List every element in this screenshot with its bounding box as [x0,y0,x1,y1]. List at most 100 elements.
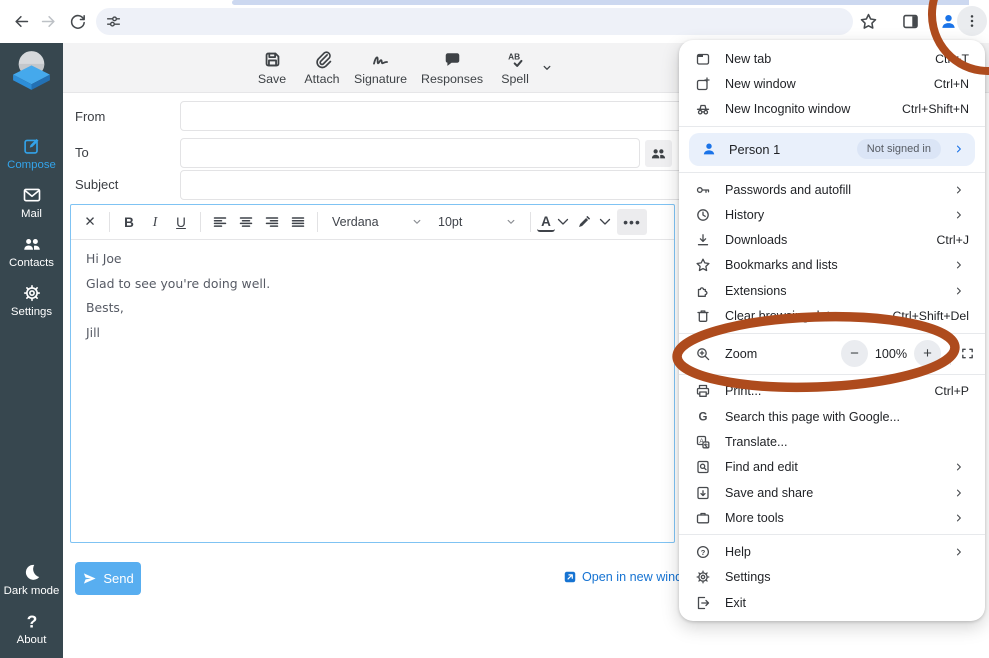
signature-button[interactable]: Signature [347,50,414,86]
menu-item-exit[interactable]: Exit [679,590,985,615]
zoom-level-value: 100% [868,347,914,361]
menu-item-downloads[interactable]: Downloads Ctrl+J [679,227,985,252]
forward-icon[interactable] [37,10,59,32]
app-logo[interactable] [9,48,54,93]
profile-icon[interactable] [937,10,959,32]
menu-item-translate[interactable]: ATranslate... [679,429,985,454]
menu-item-more-tools[interactable]: More tools [679,505,985,530]
text-color-button[interactable]: A [537,212,555,232]
from-field[interactable] [180,101,683,131]
zoom-in-button[interactable]: + [914,340,941,367]
subject-label: Subject [75,177,118,192]
reload-icon[interactable] [66,10,88,32]
spell-button[interactable]: ABSpell [490,50,540,86]
toolbar-button-label: Save [258,72,286,86]
incognito-icon [693,101,713,117]
menu-item-label: More tools [725,511,937,525]
print-icon [693,383,713,399]
sidebar-item-contacts[interactable]: Contacts [0,227,63,276]
message-body[interactable]: Hi JoeGlad to see you're doing well.Best… [71,240,674,364]
menu-item-shortcut: Ctrl+J [937,233,969,247]
save-button[interactable]: Save [247,50,297,86]
menu-item-label: Bookmarks and lists [725,258,937,272]
spell-icon: AB [506,50,525,69]
align-justify-icon[interactable] [285,209,311,235]
extension-icon [693,283,713,299]
svg-text:G: G [699,411,708,423]
font-size-select[interactable]: 10pt [430,215,524,229]
bold-button[interactable]: B [116,209,142,235]
menu-item-clear-browsing-data[interactable]: Clear browsing dataCtrl+Shift+Del [679,303,985,328]
menu-item-extensions[interactable]: Extensions [679,278,985,303]
menu-item-label: Downloads [725,233,925,247]
attach-button[interactable]: Attach [297,50,347,86]
menu-item-person-1[interactable]: Person 1Not signed in [689,133,975,166]
kebab-menu-button[interactable] [957,6,987,36]
sidebar-item-logout[interactable]: Logout [0,653,63,658]
subject-field[interactable] [180,170,683,200]
menu-item-save-and-share[interactable]: Save and share [679,480,985,505]
menu-section: Zoom−100%+ [679,334,985,374]
sidebar-item-label: Dark mode [4,585,60,597]
address-bar[interactable] [96,8,853,35]
menu-item-new-incognito-window[interactable]: New Incognito windowCtrl+Shift+N [679,97,985,122]
zoom-out-button[interactable]: − [841,340,868,367]
editor-close-button[interactable]: ✕ [77,209,103,235]
open-in-new-window-link[interactable]: Open in new window [563,570,698,584]
sidebar-item-about[interactable]: ?About [0,604,63,653]
message-line: Jill [86,327,659,340]
menu-item-help[interactable]: ?Help [679,539,985,564]
add-contact-icon[interactable] [645,140,672,167]
sidebar-item-dark-mode[interactable]: Dark mode [0,555,63,604]
menu-item-history[interactable]: History [679,202,985,227]
menu-item-print[interactable]: Print...Ctrl+P [679,379,985,404]
align-left-icon[interactable] [207,209,233,235]
zoom-label: Zoom [725,347,841,361]
menu-item-new-tab[interactable]: New tabCtrl+T [679,46,985,71]
highlight-color-button[interactable] [571,209,597,235]
divider [109,212,110,232]
tune-icon[interactable] [105,13,122,30]
back-icon[interactable] [10,10,32,32]
bookmark-star-icon[interactable] [857,10,879,32]
responses-button[interactable]: Responses [414,50,490,86]
browser-menu: New tabCtrl+TNew windowCtrl+NNew Incogni… [679,40,985,621]
menu-item-search-this-page-with-google[interactable]: GSearch this page with Google... [679,404,985,429]
menu-item-find-and-edit[interactable]: Find and edit [679,455,985,480]
menu-item-bookmarks-and-lists[interactable]: Bookmarks and lists [679,253,985,278]
menu-section: New tabCtrl+TNew windowCtrl+NNew Incogni… [679,42,985,126]
chevron-down-icon[interactable] [555,209,571,235]
from-label: From [75,109,105,124]
menu-item-label: Settings [725,570,969,584]
sidebar-item-label: Contacts [9,257,54,269]
send-button[interactable]: Send [75,562,141,595]
save-share-icon [693,485,713,501]
chevron-right-icon [949,184,969,196]
fullscreen-icon[interactable] [960,346,975,361]
chevron-down-icon [506,217,516,227]
align-right-icon[interactable] [259,209,285,235]
sidebar-item-settings[interactable]: Settings [0,276,63,325]
font-family-select[interactable]: Verdana [324,215,430,229]
help-icon: ? [693,544,713,560]
attach-icon [313,50,332,69]
underline-button[interactable]: U [168,209,194,235]
sidebar-nav: ComposeMail Contacts Settings [0,129,63,325]
more-formatting-button[interactable]: ••• [617,209,647,235]
sidebar-item-mail[interactable]: Mail [0,178,63,227]
to-field[interactable] [180,138,640,168]
history-icon [693,207,713,223]
align-center-icon[interactable] [233,209,259,235]
menu-item-label: Find and edit [725,460,937,474]
chevron-down-icon[interactable] [597,209,613,235]
menu-item-passwords-and-autofill[interactable]: Passwords and autofill [679,177,985,202]
chevron-right-icon [949,487,969,499]
menu-item-shortcut: Ctrl+T [935,52,969,66]
sidebar-item-compose[interactable]: Compose [0,129,63,178]
to-label: To [75,145,89,160]
screen: ComposeMail Contacts Settings Dark mode ?Ab… [0,0,989,658]
italic-button[interactable]: I [142,209,168,235]
menu-item-new-window[interactable]: New windowCtrl+N [679,71,985,96]
menu-item-settings[interactable]: Settings [679,565,985,590]
side-panel-icon[interactable] [899,10,921,32]
